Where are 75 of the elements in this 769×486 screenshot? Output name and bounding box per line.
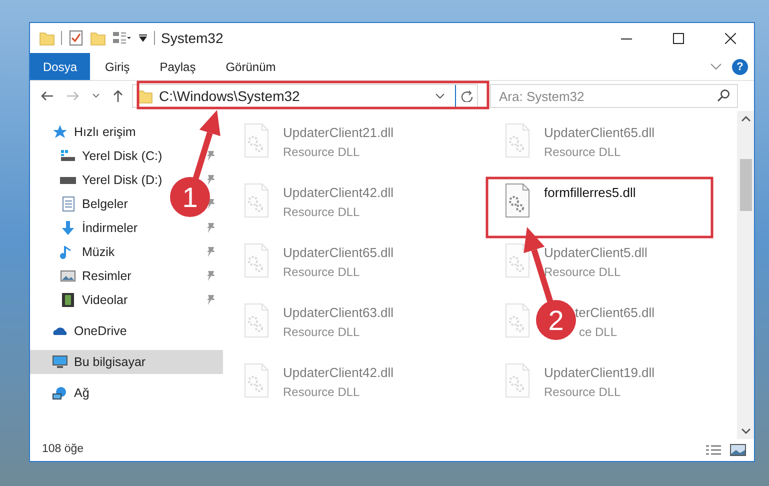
file-type: Resource DLL <box>544 264 622 280</box>
file-type: Resource DLL <box>283 204 361 220</box>
monitor-icon <box>52 354 68 370</box>
scroll-down-icon[interactable] <box>740 427 750 435</box>
film-icon <box>60 292 76 308</box>
customize-toolbar-icon[interactable] <box>138 32 148 44</box>
file-name[interactable]: UpdaterClient5.dll <box>544 243 648 262</box>
help-button[interactable]: ? <box>732 58 748 74</box>
sidebar-item[interactable]: Videolar <box>82 290 128 310</box>
maximize-icon[interactable] <box>673 32 684 44</box>
file-icon[interactable] <box>504 183 532 219</box>
file-name[interactable]: UpdaterClient19.dll <box>544 363 655 382</box>
sidebar-item[interactable]: Yerel Disk (C:) <box>82 146 162 166</box>
sidebar-item[interactable]: İndirmeler <box>82 218 138 238</box>
up-icon[interactable] <box>112 89 124 103</box>
close-icon[interactable] <box>725 32 736 44</box>
window-title: System32 <box>161 28 224 48</box>
address-path: C:\Windows\System32 <box>159 86 300 106</box>
scrollbar[interactable] <box>737 111 754 439</box>
large-icons-view-icon[interactable] <box>730 444 746 456</box>
file-name[interactable]: formfillerres5.dll <box>544 183 636 202</box>
file-type: Resource DLL <box>283 144 361 160</box>
recent-locations-icon[interactable] <box>92 93 100 99</box>
file-name[interactable]: UpdaterClient42.dll <box>283 183 394 202</box>
file-menu-button[interactable]: Dosya <box>30 53 90 80</box>
item-count: 108 öğe <box>42 442 85 458</box>
file-type: Resource DLL <box>283 264 361 280</box>
sidebar-item[interactable]: Müzik <box>82 242 115 262</box>
file-name[interactable]: UpdaterClient65.dll <box>544 123 655 142</box>
file-name[interactable]: UpdaterClient63.dll <box>283 303 394 322</box>
step-number: 1 <box>182 182 198 213</box>
drive-icon <box>60 148 76 164</box>
sidebar-item[interactable]: Yerel Disk (D:) <box>82 170 162 190</box>
properties-icon[interactable] <box>68 30 84 46</box>
scroll-thumb[interactable] <box>740 159 752 211</box>
ribbon-tab[interactable]: Giriş <box>90 53 145 80</box>
step-badge <box>536 300 576 340</box>
scroll-up-icon[interactable] <box>740 115 750 123</box>
refresh-icon[interactable] <box>460 90 472 102</box>
address-bar[interactable]: C:\Windows\System32 <box>132 84 478 108</box>
file-type: Resource DLL <box>283 324 361 340</box>
file-type: Resource DLL <box>283 384 361 400</box>
search-icon <box>717 89 730 102</box>
file-type: Resource DLL <box>544 384 622 400</box>
file-name[interactable]: UpdaterClient65.dll <box>283 243 394 262</box>
item-label: Bu bilgisayar <box>74 354 146 371</box>
star-icon <box>52 124 68 140</box>
file-name[interactable]: UpdaterClient21.dll <box>283 123 394 142</box>
forward-icon[interactable] <box>66 90 80 102</box>
back-icon[interactable] <box>40 90 54 102</box>
step-badge <box>170 177 210 217</box>
sidebar-item[interactable]: Ağ <box>74 384 90 402</box>
picture-icon <box>60 268 76 284</box>
file-type: Resource DLL <box>544 144 622 160</box>
expand-ribbon-icon[interactable] <box>710 62 722 71</box>
new-folder-icon[interactable] <box>90 30 106 46</box>
file-name[interactable]: UpdaterClient42.dll <box>283 363 394 382</box>
step-number: 2 <box>548 305 564 336</box>
document-icon <box>60 196 76 212</box>
sidebar-item[interactable]: OneDrive <box>74 322 127 340</box>
dropdown-icon[interactable] <box>435 93 445 99</box>
sidebar-item[interactable]: Hızlı erişim <box>74 122 136 142</box>
ribbon-tab[interactable]: Paylaş <box>144 53 211 80</box>
details-view-icon[interactable] <box>705 444 722 456</box>
ribbon-tab[interactable]: Görünüm <box>210 53 291 80</box>
sidebar-item[interactable]: Bu bilgisayar <box>30 350 223 374</box>
folder-icon[interactable] <box>39 30 55 46</box>
file-type: ce DLL <box>579 324 618 340</box>
network-icon <box>52 385 68 401</box>
view-options-icon[interactable] <box>112 30 132 46</box>
search-field[interactable]: Ara: System32 <box>490 84 738 108</box>
sidebar-item[interactable]: Resimler <box>82 266 132 286</box>
file-name[interactable]: terClient65.dll <box>575 303 654 322</box>
sidebar-item[interactable]: Belgeler <box>82 194 128 214</box>
down-arrow-icon <box>60 220 76 236</box>
